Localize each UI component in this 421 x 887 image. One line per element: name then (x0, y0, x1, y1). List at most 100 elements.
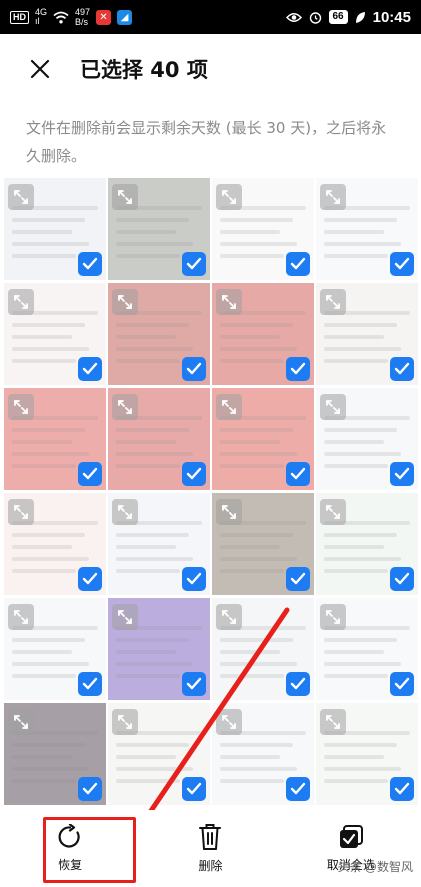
photo-thumbnail[interactable] (108, 178, 210, 280)
expand-icon[interactable] (112, 394, 138, 420)
delete-button[interactable]: 删除 (140, 810, 280, 887)
close-button[interactable] (0, 34, 80, 104)
checkbox-checked-icon[interactable] (182, 357, 206, 381)
delete-label: 删除 (198, 859, 223, 873)
photo-thumbnail[interactable] (108, 388, 210, 490)
expand-icon[interactable] (216, 709, 242, 735)
photo-thumbnail[interactable] (108, 703, 210, 805)
checkbox-checked-icon[interactable] (390, 777, 414, 801)
expand-icon[interactable] (112, 499, 138, 525)
photo-thumbnail[interactable] (108, 598, 210, 700)
expand-icon[interactable] (112, 184, 138, 210)
battery-indicator: 66 (328, 10, 348, 24)
photo-thumbnail[interactable] (212, 388, 314, 490)
deletion-notice: 文件在删除前会显示剩余天数 (最长 30 天)，之后将永久删除。 (26, 119, 387, 165)
photo-thumbnail[interactable] (212, 703, 314, 805)
photo-thumbnail[interactable] (316, 598, 418, 700)
trash-icon (199, 824, 222, 850)
checkbox-checked-icon[interactable] (286, 672, 310, 696)
checkbox-checked-icon[interactable] (390, 672, 414, 696)
expand-icon[interactable] (216, 394, 242, 420)
watermark: 头条 @数智风 (337, 860, 413, 874)
expand-icon[interactable] (216, 184, 242, 210)
checkbox-checked-icon[interactable] (78, 357, 102, 381)
photo-thumbnail[interactable] (4, 598, 106, 700)
expand-icon[interactable] (8, 604, 34, 630)
photo-thumbnail[interactable] (316, 493, 418, 595)
expand-icon[interactable] (112, 709, 138, 735)
expand-icon[interactable] (8, 184, 34, 210)
photo-thumbnail[interactable] (108, 493, 210, 595)
checkbox-checked-icon[interactable] (182, 672, 206, 696)
expand-icon[interactable] (320, 604, 346, 630)
checkbox-checked-icon[interactable] (390, 462, 414, 486)
photo-thumbnail[interactable] (212, 283, 314, 385)
restore-icon (58, 824, 80, 848)
checkbox-checked-icon[interactable] (78, 462, 102, 486)
expand-icon[interactable] (216, 499, 242, 525)
alarm-icon (309, 11, 321, 24)
checkbox-checked-icon[interactable] (390, 567, 414, 591)
photo-thumbnail[interactable] (212, 493, 314, 595)
expand-icon[interactable] (320, 394, 346, 420)
hd-indicator: HD (10, 10, 29, 24)
checkbox-checked-icon[interactable] (286, 567, 310, 591)
expand-icon[interactable] (8, 289, 34, 315)
checkbox-checked-icon[interactable] (78, 672, 102, 696)
deselect-all-button[interactable]: 取消全选 (281, 810, 421, 887)
photo-thumbnail[interactable] (212, 598, 314, 700)
expand-icon[interactable] (8, 499, 34, 525)
expand-icon[interactable] (216, 289, 242, 315)
restore-button[interactable]: 恢复 (0, 810, 140, 887)
expand-icon[interactable] (112, 289, 138, 315)
checkbox-checked-icon[interactable] (182, 252, 206, 276)
checkbox-checked-icon[interactable] (286, 357, 310, 381)
status-bar: HD 4G ıl 497 B/s ✕ ◢ 66 10:45 (0, 0, 421, 34)
checkbox-checked-icon[interactable] (78, 777, 102, 801)
deselect-all-icon (339, 825, 363, 848)
expand-icon[interactable] (320, 499, 346, 525)
photo-thumbnail[interactable] (316, 703, 418, 805)
checkbox-checked-icon[interactable] (78, 252, 102, 276)
checkbox-checked-icon[interactable] (390, 252, 414, 276)
photo-thumbnail[interactable] (316, 388, 418, 490)
photo-thumbnail[interactable] (4, 493, 106, 595)
wifi-icon (53, 11, 69, 23)
network-speed: 497 B/s (75, 7, 91, 27)
app-notification-icon: ✕ (96, 9, 112, 25)
photo-grid (0, 178, 421, 810)
checkbox-checked-icon[interactable] (182, 462, 206, 486)
expand-icon[interactable] (216, 604, 242, 630)
expand-icon[interactable] (320, 709, 346, 735)
close-icon (30, 59, 50, 79)
expand-icon[interactable] (8, 394, 34, 420)
bottom-action-bar: 恢复 删除 取消全选 (0, 810, 421, 887)
expand-icon[interactable] (320, 289, 346, 315)
cellular-signal-icon: 4G ıl (35, 7, 48, 26)
checkbox-checked-icon[interactable] (182, 777, 206, 801)
app-notification-icon: ◢ (117, 9, 133, 25)
selection-header: 已选择 40 项 (0, 34, 421, 104)
expand-icon[interactable] (112, 604, 138, 630)
clock: 10:45 (372, 8, 411, 26)
checkbox-checked-icon[interactable] (390, 357, 414, 381)
photo-thumbnail[interactable] (4, 283, 106, 385)
photo-thumbnail[interactable] (316, 283, 418, 385)
page-title: 已选择 40 项 (80, 58, 208, 82)
restore-label: 恢复 (58, 858, 83, 872)
photo-thumbnail[interactable] (4, 178, 106, 280)
eye-icon (285, 12, 302, 22)
checkbox-checked-icon[interactable] (182, 567, 206, 591)
checkbox-checked-icon[interactable] (286, 777, 310, 801)
expand-icon[interactable] (320, 184, 346, 210)
photo-thumbnail[interactable] (4, 388, 106, 490)
expand-icon[interactable] (8, 709, 34, 735)
photo-thumbnail[interactable] (316, 178, 418, 280)
checkbox-checked-icon[interactable] (286, 252, 310, 276)
photo-thumbnail[interactable] (108, 283, 210, 385)
photo-thumbnail[interactable] (212, 178, 314, 280)
checkbox-checked-icon[interactable] (78, 567, 102, 591)
photo-thumbnail[interactable] (4, 703, 106, 805)
leaf-icon (355, 11, 365, 23)
checkbox-checked-icon[interactable] (286, 462, 310, 486)
